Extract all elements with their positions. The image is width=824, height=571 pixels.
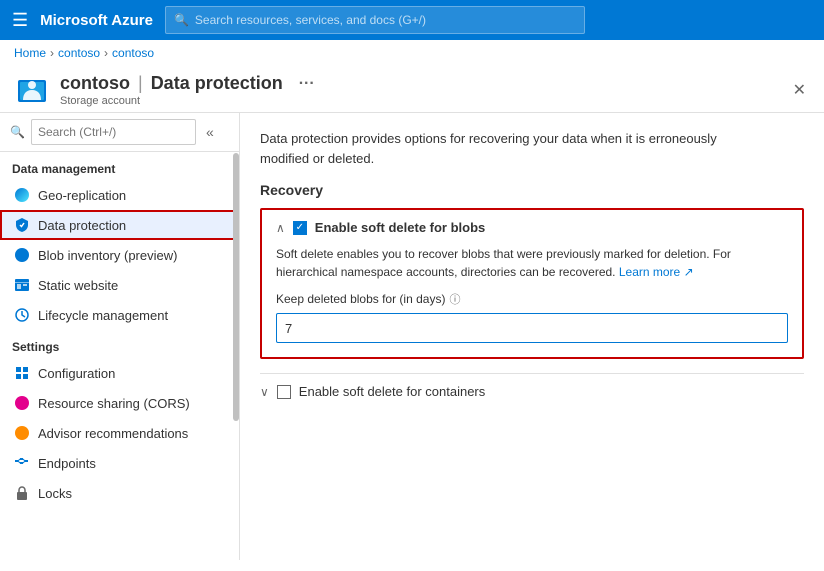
page-titles: contoso | Data protection ··· Storage ac… — [60, 73, 789, 107]
sidebar-item-geo-replication[interactable]: Geo-replication — [0, 180, 239, 210]
days-input[interactable] — [276, 313, 788, 343]
soft-delete-containers-section: ∨ Enable soft delete for containers — [260, 373, 804, 409]
storage-account-icon — [14, 72, 50, 108]
page-name: Data protection — [151, 73, 283, 94]
sidebar-item-geo-label: Geo-replication — [38, 188, 126, 203]
more-options-icon[interactable]: ··· — [299, 75, 315, 93]
containers-checkbox[interactable] — [277, 385, 291, 399]
search-placeholder: Search resources, services, and docs (G+… — [195, 13, 426, 27]
blob-icon — [14, 247, 30, 263]
blobs-checkbox-label: Enable soft delete for blobs — [315, 220, 485, 235]
sidebar-item-locks[interactable]: Locks — [0, 478, 239, 508]
sidebar-item-locks-label: Locks — [38, 486, 72, 501]
config-icon — [14, 365, 30, 381]
sidebar-item-lifecycle[interactable]: Lifecycle management — [0, 300, 239, 330]
containers-checkbox-label: Enable soft delete for containers — [299, 384, 485, 399]
hamburger-icon[interactable]: ☰ — [12, 10, 28, 31]
geo-icon — [14, 187, 30, 203]
sidebar-scrollbar[interactable] — [233, 153, 239, 421]
sidebar-item-advisor[interactable]: Advisor recommendations — [0, 418, 239, 448]
sidebar-item-static-label: Static website — [38, 278, 118, 293]
locks-icon — [14, 485, 30, 501]
global-search[interactable]: 🔍 Search resources, services, and docs (… — [165, 6, 585, 34]
soft-delete-blobs-body: Soft delete enables you to recover blobs… — [262, 245, 802, 357]
app-title: Microsoft Azure — [40, 12, 153, 29]
sidebar-item-data-protection-label: Data protection — [38, 218, 126, 233]
content-area: Data protection provides options for rec… — [240, 113, 824, 560]
data-protection-icon — [14, 217, 30, 233]
sidebar-section-data-management: Data management — [0, 152, 239, 180]
sidebar-search-input[interactable] — [31, 119, 196, 145]
sidebar-search-icon: 🔍 — [10, 125, 25, 139]
lifecycle-icon — [14, 307, 30, 323]
account-name: contoso — [60, 73, 130, 94]
close-button[interactable]: ✕ — [789, 76, 810, 104]
info-icon[interactable]: ⓘ — [449, 291, 460, 307]
blobs-chevron-icon[interactable]: ∧ — [276, 221, 285, 235]
soft-delete-blobs-box: ∧ Enable soft delete for blobs Soft dele… — [260, 208, 804, 359]
breadcrumb: Home › contoso › contoso — [0, 40, 824, 66]
breadcrumb-contoso1[interactable]: contoso — [58, 46, 100, 60]
sidebar-item-lifecycle-label: Lifecycle management — [38, 308, 168, 323]
sidebar-item-advisor-label: Advisor recommendations — [38, 426, 188, 441]
blobs-description: Soft delete enables you to recover blobs… — [276, 245, 788, 281]
blobs-checkbox[interactable] — [293, 221, 307, 235]
content-description: Data protection provides options for rec… — [260, 129, 760, 168]
sidebar-section-settings: Settings — [0, 330, 239, 358]
breadcrumb-home[interactable]: Home — [14, 46, 46, 60]
sidebar-item-cors[interactable]: Resource sharing (CORS) — [0, 388, 239, 418]
keep-days-label: Keep deleted blobs for (in days) ⓘ — [276, 291, 788, 307]
containers-chevron-icon[interactable]: ∨ — [260, 385, 269, 399]
page-subtitle: Storage account — [60, 95, 789, 107]
sidebar-item-data-protection[interactable]: Data protection — [0, 210, 239, 240]
sidebar: 🔍 « Data management Geo-replication Data… — [0, 113, 240, 560]
search-icon: 🔍 — [174, 13, 189, 27]
sidebar-item-endpoints[interactable]: Endpoints — [0, 448, 239, 478]
sidebar-item-configuration[interactable]: Configuration — [0, 358, 239, 388]
breadcrumb-contoso2[interactable]: contoso — [112, 46, 154, 60]
top-nav: ☰ Microsoft Azure 🔍 Search resources, se… — [0, 0, 824, 40]
recovery-section-title: Recovery — [260, 182, 804, 198]
main-layout: 🔍 « Data management Geo-replication Data… — [0, 113, 824, 560]
page-header: contoso | Data protection ··· Storage ac… — [0, 66, 824, 113]
collapse-sidebar-button[interactable]: « — [206, 124, 214, 140]
sidebar-item-cors-label: Resource sharing (CORS) — [38, 396, 190, 411]
sidebar-item-config-label: Configuration — [38, 366, 115, 381]
web-icon — [14, 277, 30, 293]
sidebar-item-blob-label: Blob inventory (preview) — [38, 248, 177, 263]
learn-more-link[interactable]: Learn more ↗ — [619, 265, 694, 279]
sidebar-item-blob-inventory[interactable]: Blob inventory (preview) — [0, 240, 239, 270]
advisor-icon — [14, 425, 30, 441]
sidebar-item-endpoints-label: Endpoints — [38, 456, 96, 471]
sidebar-search-bar: 🔍 « — [0, 113, 239, 152]
soft-delete-blobs-header: ∧ Enable soft delete for blobs — [262, 210, 802, 245]
endpoints-icon — [14, 455, 30, 471]
sidebar-item-static-website[interactable]: Static website — [0, 270, 239, 300]
cors-icon — [14, 395, 30, 411]
